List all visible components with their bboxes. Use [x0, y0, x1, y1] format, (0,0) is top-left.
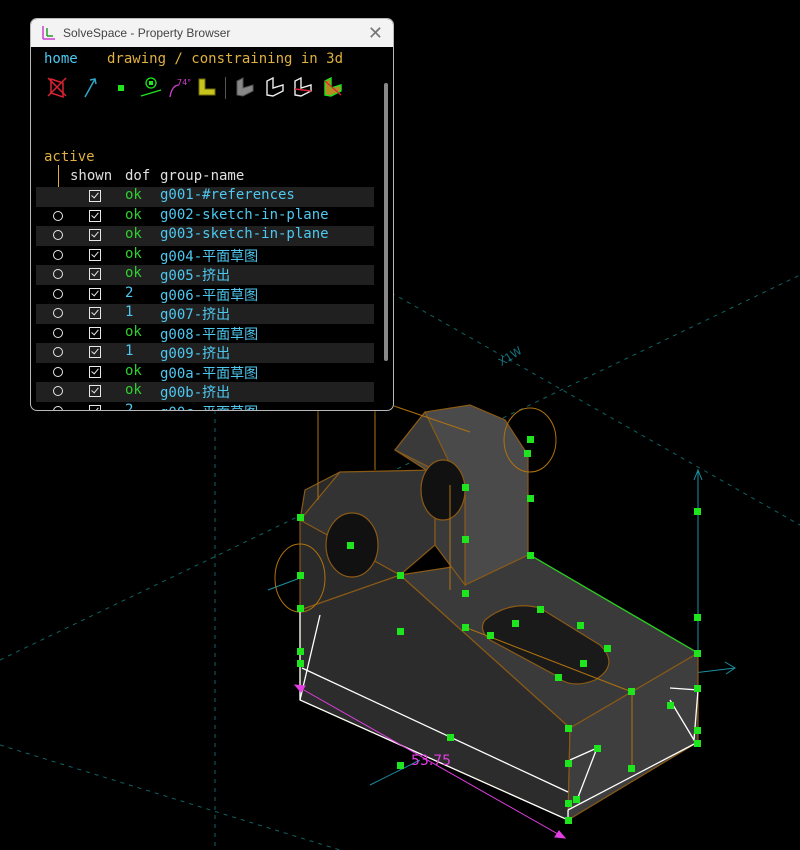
group-name-link[interactable]: g00b-挤出 [160, 382, 230, 402]
group-name-link[interactable]: g001-#references [160, 187, 295, 203]
shown-column-header: shown [70, 168, 113, 184]
edges-icon[interactable] [263, 75, 287, 99]
active-radio[interactable] [53, 210, 63, 221]
active-radio[interactable] [53, 405, 63, 410]
show-solid-icon[interactable] [195, 75, 219, 99]
group-name-link[interactable]: g008-平面草图 [160, 324, 258, 344]
active-radio[interactable] [53, 288, 63, 299]
dof-value: 1 [125, 343, 134, 359]
dof-value: ok [125, 206, 142, 223]
table-row[interactable]: ok g00b-挤出 [36, 382, 374, 402]
home-link[interactable]: home [44, 51, 78, 67]
solvespace-app-icon [42, 26, 55, 40]
shown-checkbox[interactable] [89, 385, 101, 397]
dof-value: ok [125, 362, 142, 379]
active-column-header: active [44, 149, 95, 165]
dof-value: ok [125, 265, 142, 281]
table-row[interactable]: ok g005-挤出 [36, 265, 374, 285]
table-row[interactable]: 1 g009-挤出 [36, 343, 374, 363]
group-name-link[interactable]: g005-挤出 [160, 265, 230, 285]
shown-checkbox[interactable] [89, 404, 101, 410]
dof-value: 2 [125, 284, 134, 301]
active-radio[interactable] [53, 230, 63, 240]
table-row[interactable]: ok g008-平面草图 [36, 324, 374, 344]
table-row[interactable]: 1 g007-挤出 [36, 304, 374, 324]
title-bar[interactable]: SolveSpace - Property Browser ✕ [31, 19, 393, 47]
outlines-icon[interactable] [291, 75, 315, 99]
shown-checkbox[interactable] [89, 248, 101, 261]
table-row[interactable]: ok g001-#references [36, 187, 374, 207]
dof-value: ok [125, 323, 142, 340]
shown-checkbox[interactable] [89, 287, 101, 300]
shown-checkbox[interactable] [89, 346, 101, 358]
shown-checkbox[interactable] [89, 190, 101, 202]
active-radio[interactable] [53, 327, 63, 338]
show-faces-icon[interactable]: 74° [167, 75, 191, 99]
active-radio[interactable] [53, 347, 63, 357]
shown-checkbox[interactable] [89, 365, 101, 378]
dof-value: ok [125, 245, 142, 262]
dof-value: ok [125, 382, 142, 398]
close-button[interactable]: ✕ [368, 23, 383, 44]
shown-checkbox[interactable] [89, 229, 101, 241]
window-title: SolveSpace - Property Browser [63, 26, 231, 40]
active-radio[interactable] [53, 366, 63, 377]
show-constraints-icon[interactable] [139, 75, 163, 99]
shaded-model-icon[interactable] [233, 75, 257, 99]
shown-checkbox[interactable] [89, 209, 101, 222]
shown-checkbox[interactable] [89, 326, 101, 339]
group-name-link[interactable]: g004-平面草图 [160, 246, 258, 266]
browser-content: home drawing / constraining in 3d 74° ac… [31, 47, 393, 410]
group-name-link[interactable]: g003-sketch-in-plane [160, 226, 329, 242]
show-points-icon[interactable] [109, 75, 133, 99]
table-row[interactable]: ok g002-sketch-in-plane [36, 207, 374, 227]
group-name-link[interactable]: g006-平面草图 [160, 285, 258, 305]
group-name-link[interactable]: g009-挤出 [160, 343, 230, 363]
page-title: drawing / constraining in 3d [107, 51, 344, 67]
hide-workplanes-icon[interactable] [45, 75, 69, 99]
group-name-link[interactable]: g002-sketch-in-plane [160, 207, 329, 223]
table-row[interactable]: ok g004-平面草图 [36, 246, 374, 266]
hidden-lines-icon[interactable] [321, 75, 345, 99]
property-browser-window: SolveSpace - Property Browser ✕ home dra… [30, 18, 394, 411]
group-name-link[interactable]: g00c-平面草图 [160, 402, 258, 411]
table-row[interactable]: ok g00a-平面草图 [36, 363, 374, 383]
scrollbar[interactable] [384, 83, 388, 361]
display-toolbar: 74° [45, 75, 375, 101]
dof-column-header: dof [125, 168, 151, 184]
group-name-link[interactable]: g00a-平面草图 [160, 363, 258, 383]
table-row[interactable]: ok g003-sketch-in-plane [36, 226, 374, 246]
group-name-column-header: group-name [160, 168, 245, 184]
active-radio[interactable] [53, 269, 63, 279]
dof-value: 1 [125, 304, 134, 320]
shown-checkbox[interactable] [89, 268, 101, 280]
dof-value: ok [125, 187, 142, 203]
dimension-label[interactable]: 53.75 [411, 753, 451, 769]
table-row[interactable]: 2 g00c-平面草图 [36, 401, 374, 411]
active-radio[interactable] [53, 308, 63, 318]
dof-value: ok [125, 226, 142, 242]
active-radio[interactable] [53, 249, 63, 260]
group-name-link[interactable]: g007-挤出 [160, 304, 230, 324]
table-row[interactable]: 2 g006-平面草图 [36, 285, 374, 305]
shown-checkbox[interactable] [89, 307, 101, 319]
svg-text:74°: 74° [177, 78, 191, 87]
show-normals-icon[interactable] [79, 75, 103, 99]
active-radio[interactable] [53, 386, 63, 396]
dof-value: 2 [125, 401, 134, 411]
